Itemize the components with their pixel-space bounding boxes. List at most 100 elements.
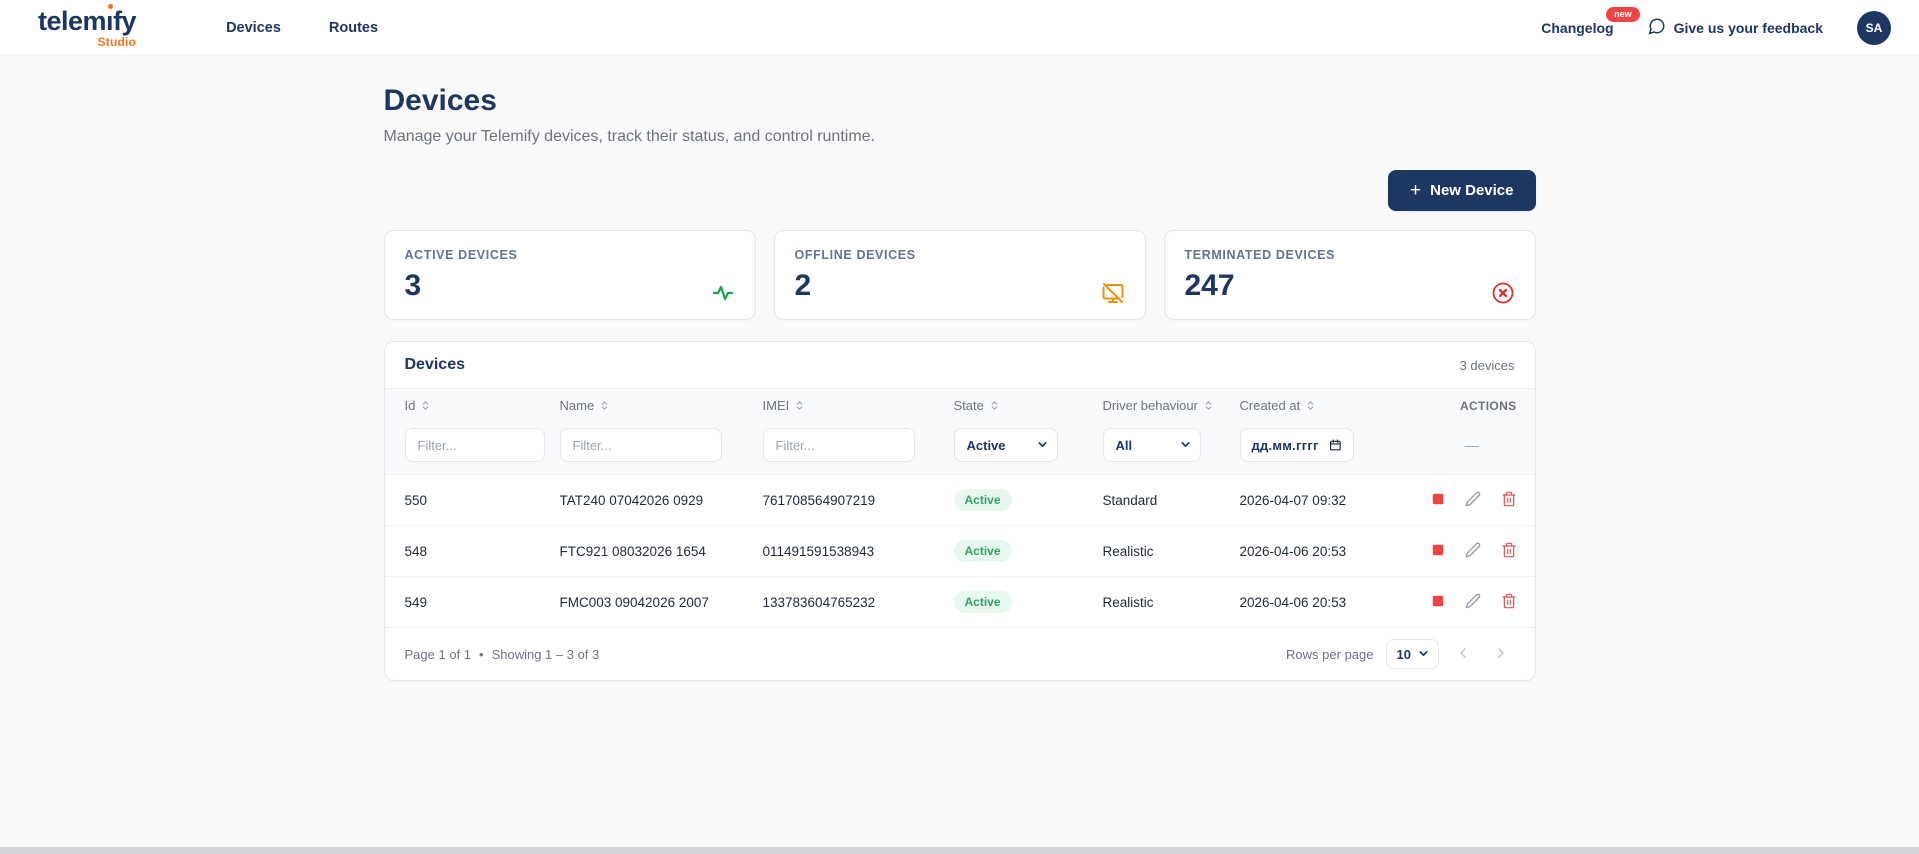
- state-filter-select[interactable]: Active: [953, 428, 1058, 462]
- user-avatar[interactable]: SA: [1857, 10, 1891, 45]
- telemify-logo[interactable]: telemı fy Studio: [38, 3, 137, 49]
- sort-icon: [423, 401, 429, 410]
- created-at-date-input[interactable]: дд.мм.гггг: [1239, 428, 1354, 462]
- column-header-row: Id Name IMEI State Driver behaviour Crea…: [384, 389, 1535, 422]
- logo-studio-label: Studio: [97, 34, 137, 49]
- stop-icon: [1432, 493, 1444, 504]
- x-circle-icon: [1491, 281, 1515, 310]
- stat-label: TERMINATED DEVICES: [1184, 248, 1336, 262]
- table-row[interactable]: 548 FTC921 08032026 1654 011491591538943…: [384, 525, 1535, 577]
- page-title: Devices: [383, 84, 497, 117]
- column-header-state[interactable]: State: [954, 398, 1000, 413]
- pencil-icon: [1465, 542, 1481, 557]
- showing-info: Showing 1 – 3 of 3: [491, 646, 600, 662]
- cell-id: 549: [404, 594, 428, 610]
- stat-value: 3: [404, 269, 422, 302]
- edit-device-button[interactable]: [1465, 593, 1481, 612]
- edit-device-button[interactable]: [1465, 542, 1481, 561]
- name-filter-input[interactable]: [559, 428, 722, 462]
- cell-id: 550: [404, 492, 428, 508]
- page-info: Page 1 of 1: [404, 646, 472, 662]
- delete-device-button[interactable]: [1501, 593, 1517, 612]
- plus-icon: +: [1410, 180, 1422, 201]
- new-device-button[interactable]: + New Device: [1388, 170, 1536, 211]
- table-row[interactable]: 549 FMC003 09042026 2007 133783604765232…: [384, 576, 1535, 628]
- sort-icon: [1205, 401, 1212, 410]
- delete-device-button[interactable]: [1501, 491, 1517, 510]
- page-subtitle: Manage your Telemify devices, track thei…: [383, 128, 875, 145]
- rows-per-page-label: Rows per page: [1286, 646, 1374, 662]
- delete-device-button[interactable]: [1501, 542, 1517, 561]
- column-header-actions: ACTIONS: [1399, 389, 1535, 422]
- driver-filter-select[interactable]: All: [1102, 428, 1201, 462]
- column-header-id[interactable]: Id: [405, 398, 432, 413]
- column-header-driver[interactable]: Driver behaviour: [1103, 398, 1214, 413]
- stat-value: 247: [1184, 269, 1235, 302]
- top-navigation-bar: telemı fy Studio Devices Routes Changelog…: [0, 0, 1919, 56]
- stat-card-terminated: TERMINATED DEVICES 247: [1163, 230, 1536, 320]
- cell-name: TAT240 07042026 0929: [559, 492, 704, 508]
- device-count: 3 devices: [1459, 357, 1515, 373]
- stop-device-button[interactable]: [1431, 594, 1445, 611]
- stop-icon: [1432, 595, 1444, 606]
- calendar-icon: [1329, 439, 1341, 451]
- next-page-button[interactable]: [1487, 643, 1515, 666]
- activity-icon: [711, 281, 735, 310]
- changelog-link[interactable]: Changelog new: [1541, 6, 1640, 36]
- main-nav: Devices Routes: [226, 20, 378, 36]
- cell-imei: 133783604765232: [762, 594, 876, 610]
- stop-device-button[interactable]: [1431, 543, 1445, 560]
- imei-filter-input[interactable]: [762, 428, 915, 462]
- trash-icon: [1501, 593, 1516, 608]
- table-row[interactable]: 550 TAT240 07042026 0929 761708564907219…: [384, 474, 1535, 526]
- status-badge: Active: [953, 489, 1012, 511]
- chat-bubble-icon: [1648, 17, 1666, 38]
- column-header-name[interactable]: Name: [560, 398, 611, 413]
- status-badge: Active: [953, 540, 1012, 562]
- sort-icon: [1307, 401, 1314, 410]
- horizontal-scrollbar[interactable]: [0, 847, 1919, 854]
- pencil-icon: [1465, 491, 1481, 506]
- cell-id: 548: [404, 543, 428, 559]
- trash-icon: [1501, 491, 1516, 506]
- stat-card-offline: OFFLINE DEVICES 2: [773, 230, 1146, 320]
- stat-label: OFFLINE DEVICES: [794, 248, 916, 262]
- cell-imei: 011491591538943: [762, 543, 875, 559]
- devices-table: Id Name IMEI State Driver behaviour Crea…: [384, 389, 1535, 628]
- logo-dot: [107, 3, 113, 9]
- actions-filter-placeholder: —: [1399, 422, 1535, 475]
- cell-name: FTC921 08032026 1654: [559, 543, 706, 559]
- nav-item-devices[interactable]: Devices: [226, 20, 281, 36]
- column-header-imei[interactable]: IMEI: [763, 398, 806, 413]
- sort-icon: [601, 401, 608, 410]
- cell-driver: Realistic: [1102, 543, 1154, 559]
- stat-value: 2: [794, 269, 812, 302]
- cell-created: 2026-04-07 09:32: [1239, 492, 1347, 508]
- cell-driver: Realistic: [1102, 594, 1154, 610]
- table-title: Devices: [404, 356, 466, 373]
- stop-icon: [1432, 544, 1444, 555]
- chevron-right-icon: [1497, 647, 1504, 658]
- stat-card-active: ACTIVE DEVICES 3: [383, 230, 756, 320]
- rows-per-page-select[interactable]: 10: [1385, 639, 1439, 669]
- column-header-created[interactable]: Created at: [1240, 398, 1317, 413]
- feedback-link[interactable]: Give us your feedback: [1648, 17, 1823, 38]
- filter-row: Active All дд.мм.гггг: [384, 422, 1535, 475]
- table-footer: Page 1 of 1 • Showing 1 – 3 of 3 Rows pe…: [384, 627, 1535, 680]
- previous-page-button[interactable]: [1449, 643, 1477, 666]
- sort-icon: [796, 401, 803, 410]
- monitor-off-icon: [1101, 281, 1125, 310]
- stat-label: ACTIVE DEVICES: [404, 248, 518, 262]
- id-filter-input[interactable]: [404, 428, 545, 462]
- new-badge: new: [1606, 6, 1640, 22]
- edit-device-button[interactable]: [1465, 491, 1481, 510]
- cell-driver: Standard: [1102, 492, 1158, 508]
- stop-device-button[interactable]: [1431, 492, 1445, 509]
- cell-name: FMC003 09042026 2007: [559, 594, 709, 610]
- nav-item-routes[interactable]: Routes: [329, 20, 378, 36]
- main-content: Devices Manage your Telemify devices, tr…: [383, 56, 1536, 681]
- devices-table-card: Devices 3 devices Id Name IMEI State Dri…: [383, 341, 1536, 681]
- chevron-left-icon: [1459, 647, 1466, 658]
- footer-separator: •: [479, 646, 484, 662]
- trash-icon: [1501, 542, 1516, 557]
